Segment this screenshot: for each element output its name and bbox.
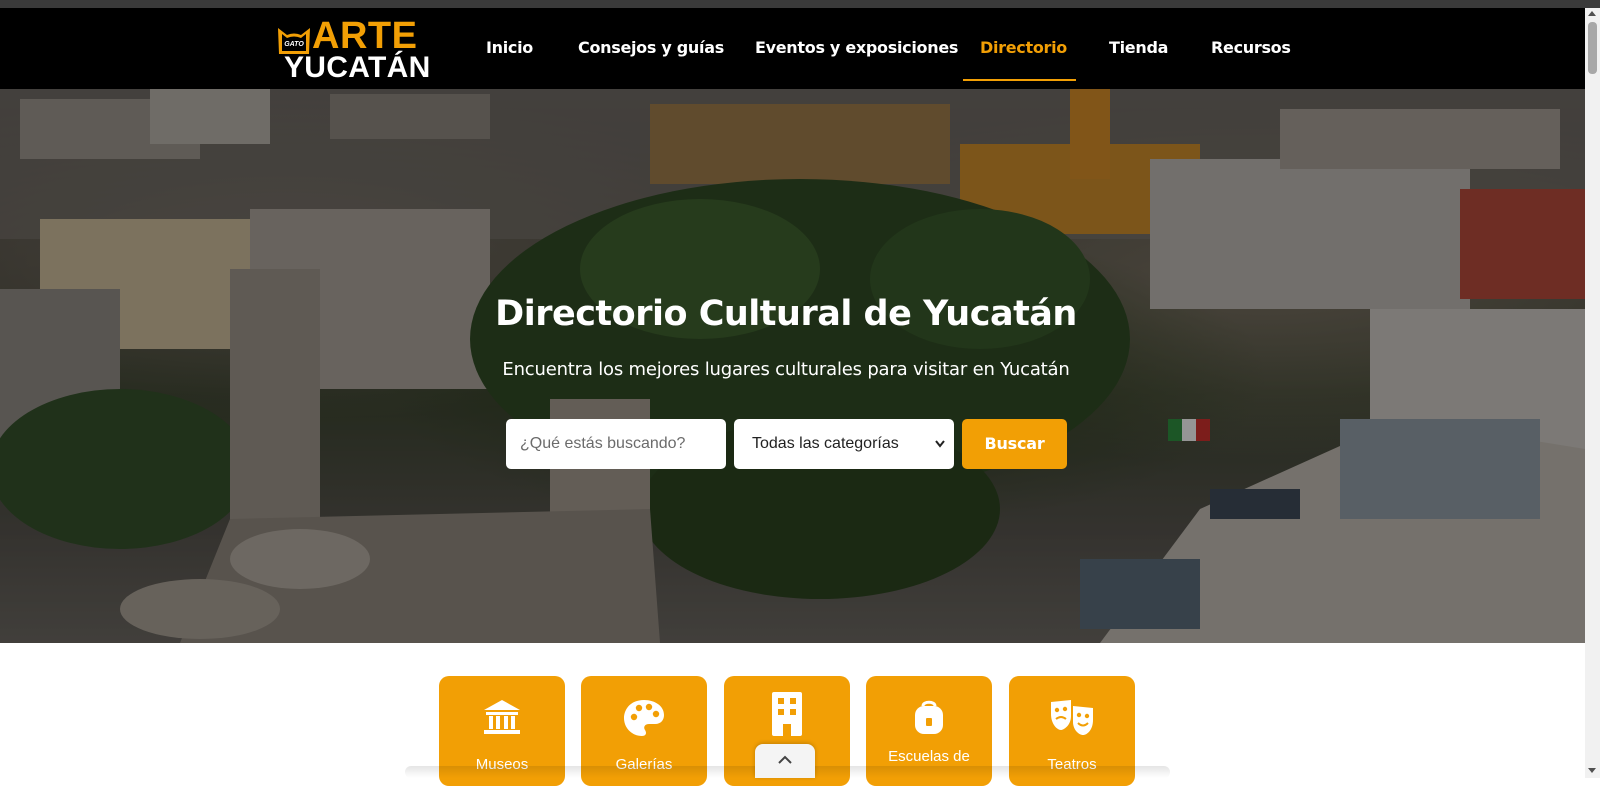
nav-link-recursos[interactable]: Recursos <box>1211 38 1291 57</box>
navbar: GATO ARTE YUCATÁN Inicio Consejos y guía… <box>0 8 1585 89</box>
browser-top-edge <box>0 0 1600 8</box>
nav-link-directorio[interactable]: Directorio <box>980 38 1067 57</box>
logo-yucatan-text: YUCATÁN <box>284 51 431 84</box>
building-icon <box>724 692 850 740</box>
scroll-up-arrow-icon[interactable] <box>1588 11 1596 16</box>
category-label-escuelas: Escuelas de <box>888 748 970 765</box>
nav-link-tienda[interactable]: Tienda <box>1109 38 1168 57</box>
school-bag-icon <box>866 698 992 740</box>
palette-icon <box>581 698 707 742</box>
theater-masks-icon <box>1009 698 1135 740</box>
search-input[interactable] <box>506 419 726 469</box>
category-select[interactable]: Todas las categorías <box>734 419 954 469</box>
museum-icon <box>439 698 565 740</box>
scrollbar-thumb[interactable] <box>1588 22 1597 74</box>
chevron-down-icon <box>934 419 946 490</box>
page-scrollbar[interactable] <box>1585 8 1600 778</box>
nav-link-eventos[interactable]: Eventos y exposiciones <box>755 38 958 57</box>
site-logo[interactable]: GATO ARTE YUCATÁN <box>276 16 441 84</box>
logo-arte-text: ARTE <box>312 15 418 57</box>
nav-link-inicio[interactable]: Inicio <box>486 38 533 57</box>
scroll-down-arrow-icon[interactable] <box>1588 768 1596 773</box>
hero-section: Directorio Cultural de Yucatán Encuentra… <box>0 89 1585 643</box>
chevron-up-icon <box>778 755 792 764</box>
nav-active-indicator <box>963 79 1076 81</box>
logo-badge-text: GATO <box>284 41 304 48</box>
scroll-to-top-button[interactable] <box>755 744 815 778</box>
hero-title: Directorio Cultural de Yucatán <box>495 294 1077 334</box>
hero-subtitle: Encuentra los mejores lugares culturales… <box>502 359 1070 380</box>
category-select-value: Todas las categorías <box>752 435 899 452</box>
nav-link-consejos[interactable]: Consejos y guías <box>578 38 724 57</box>
search-button[interactable]: Buscar <box>962 419 1067 469</box>
